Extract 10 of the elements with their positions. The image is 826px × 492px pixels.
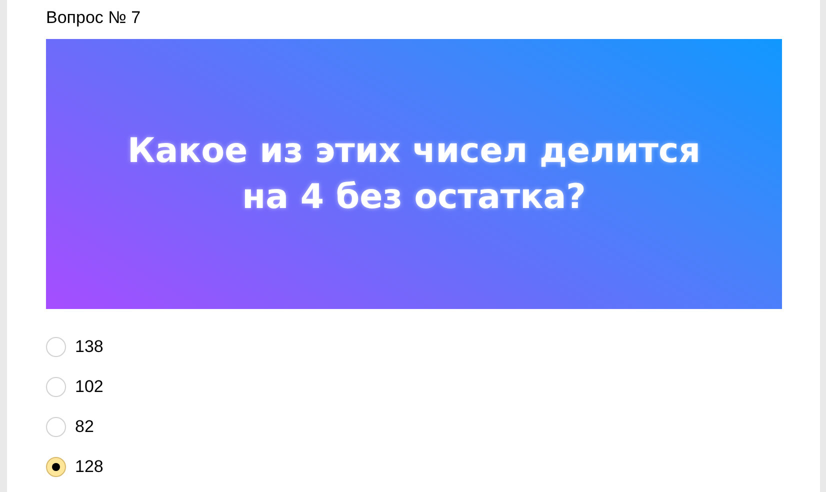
radio-button[interactable]	[46, 377, 66, 397]
radio-button[interactable]	[46, 457, 66, 477]
question-title: Вопрос № 7	[46, 7, 141, 29]
radio-button[interactable]	[46, 337, 66, 357]
option-label: 102	[75, 376, 104, 398]
banner-text: Какое из этих чисел делится на 4 без остатка?	[126, 130, 702, 219]
option-label: 128	[75, 456, 104, 478]
radio-button[interactable]	[46, 417, 66, 437]
option-label: 82	[75, 416, 94, 438]
option-label: 138	[75, 336, 104, 358]
